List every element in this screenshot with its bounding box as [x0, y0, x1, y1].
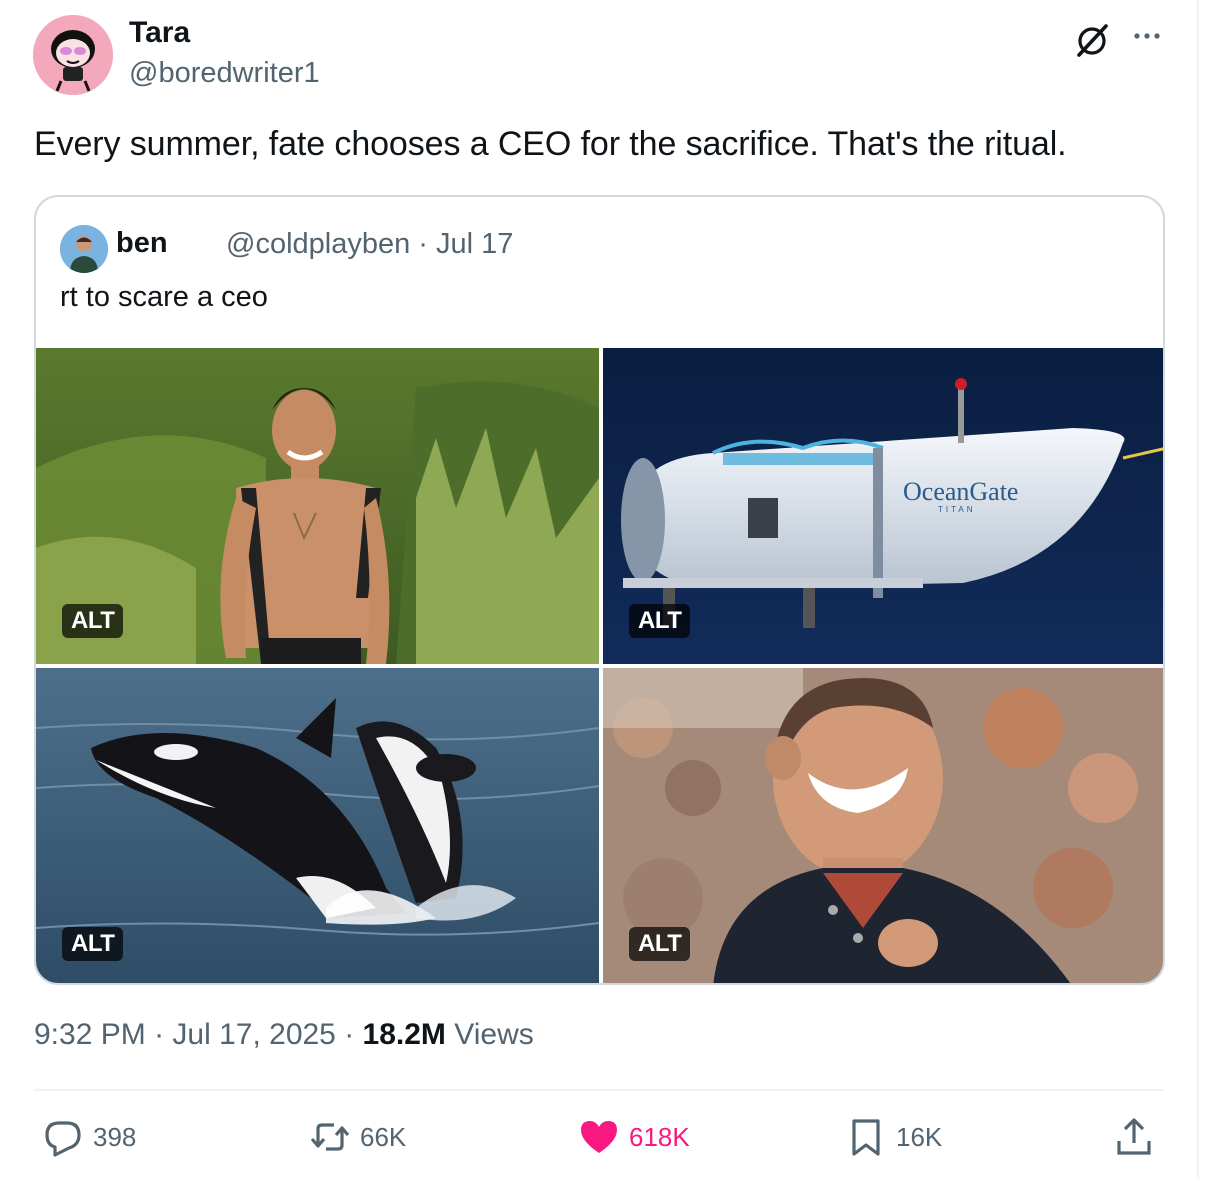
alt-badge[interactable]: ALT	[62, 604, 124, 638]
separator-dot: ·	[145, 1018, 173, 1051]
bookmark-count: 16K	[896, 1121, 943, 1152]
retweet-icon	[310, 1123, 350, 1151]
media-grid: ALT OceanGate TITAN ALT ALT ALT	[36, 348, 1163, 983]
separator-dot: ·	[418, 228, 437, 260]
author-name[interactable]: Tara	[129, 16, 190, 50]
tweet-text: Every summer, fate chooses a CEO for the…	[34, 125, 1067, 163]
reply-button[interactable]: 398	[41, 1114, 136, 1160]
smiling-singer-photo[interactable]: ALT	[603, 668, 1163, 983]
like-count: 618K	[629, 1121, 690, 1152]
quoted-author-avatar[interactable]	[60, 225, 108, 273]
tweet-time[interactable]: 9:32 PM	[34, 1018, 146, 1051]
bookmark-button[interactable]: 16K	[844, 1114, 942, 1160]
tweet-meta: 9:32 PM · Jul 17, 2025 · 18.2M Views	[34, 1018, 534, 1052]
views-count: 18.2M	[362, 1018, 446, 1051]
quoted-author-name[interactable]: ben	[116, 227, 168, 260]
repost-button[interactable]: 66K	[308, 1114, 406, 1160]
quoted-handle-date[interactable]: @coldplayben · Jul 17	[226, 228, 513, 261]
reply-count: 398	[93, 1121, 137, 1152]
like-button[interactable]: 618K	[577, 1114, 690, 1160]
heart-icon	[581, 1121, 617, 1153]
divider	[34, 1089, 1165, 1091]
grok-icon[interactable]	[1073, 20, 1113, 60]
timeline-border	[1197, 0, 1199, 1178]
tweet-date[interactable]: Jul 17, 2025	[172, 1018, 335, 1051]
separator-dot: ·	[335, 1018, 363, 1051]
views-label: Views	[454, 1018, 534, 1051]
share-button[interactable]	[1112, 1114, 1156, 1160]
quoted-date[interactable]: Jul 17	[436, 228, 513, 260]
quoted-author-handle[interactable]: @coldplayben	[226, 228, 410, 260]
shirtless-hiker-photo[interactable]: ALT	[36, 348, 599, 664]
reply-icon	[45, 1121, 81, 1157]
author-handle[interactable]: @boredwriter1	[129, 57, 320, 90]
quoted-tweet[interactable]: ben @coldplayben · Jul 17 rt to scare a …	[34, 195, 1165, 985]
bookmark-icon	[852, 1119, 880, 1156]
crescent-moon-icon	[179, 225, 219, 265]
author-avatar[interactable]	[33, 15, 113, 95]
svg-text:TITAN: TITAN	[938, 505, 976, 514]
repost-count: 66K	[360, 1121, 407, 1152]
svg-text:OceanGate: OceanGate	[903, 477, 1018, 506]
share-icon	[1117, 1118, 1151, 1155]
alt-badge[interactable]: ALT	[629, 604, 691, 638]
more-icon[interactable]	[1129, 18, 1165, 54]
oceangate-submersible-photo[interactable]: OceanGate TITAN ALT	[603, 348, 1163, 664]
quoted-text: rt to scare a ceo	[60, 281, 268, 313]
orca-whales-photo[interactable]: ALT	[36, 668, 599, 983]
alt-badge[interactable]: ALT	[62, 927, 124, 961]
alt-badge[interactable]: ALT	[629, 927, 691, 961]
